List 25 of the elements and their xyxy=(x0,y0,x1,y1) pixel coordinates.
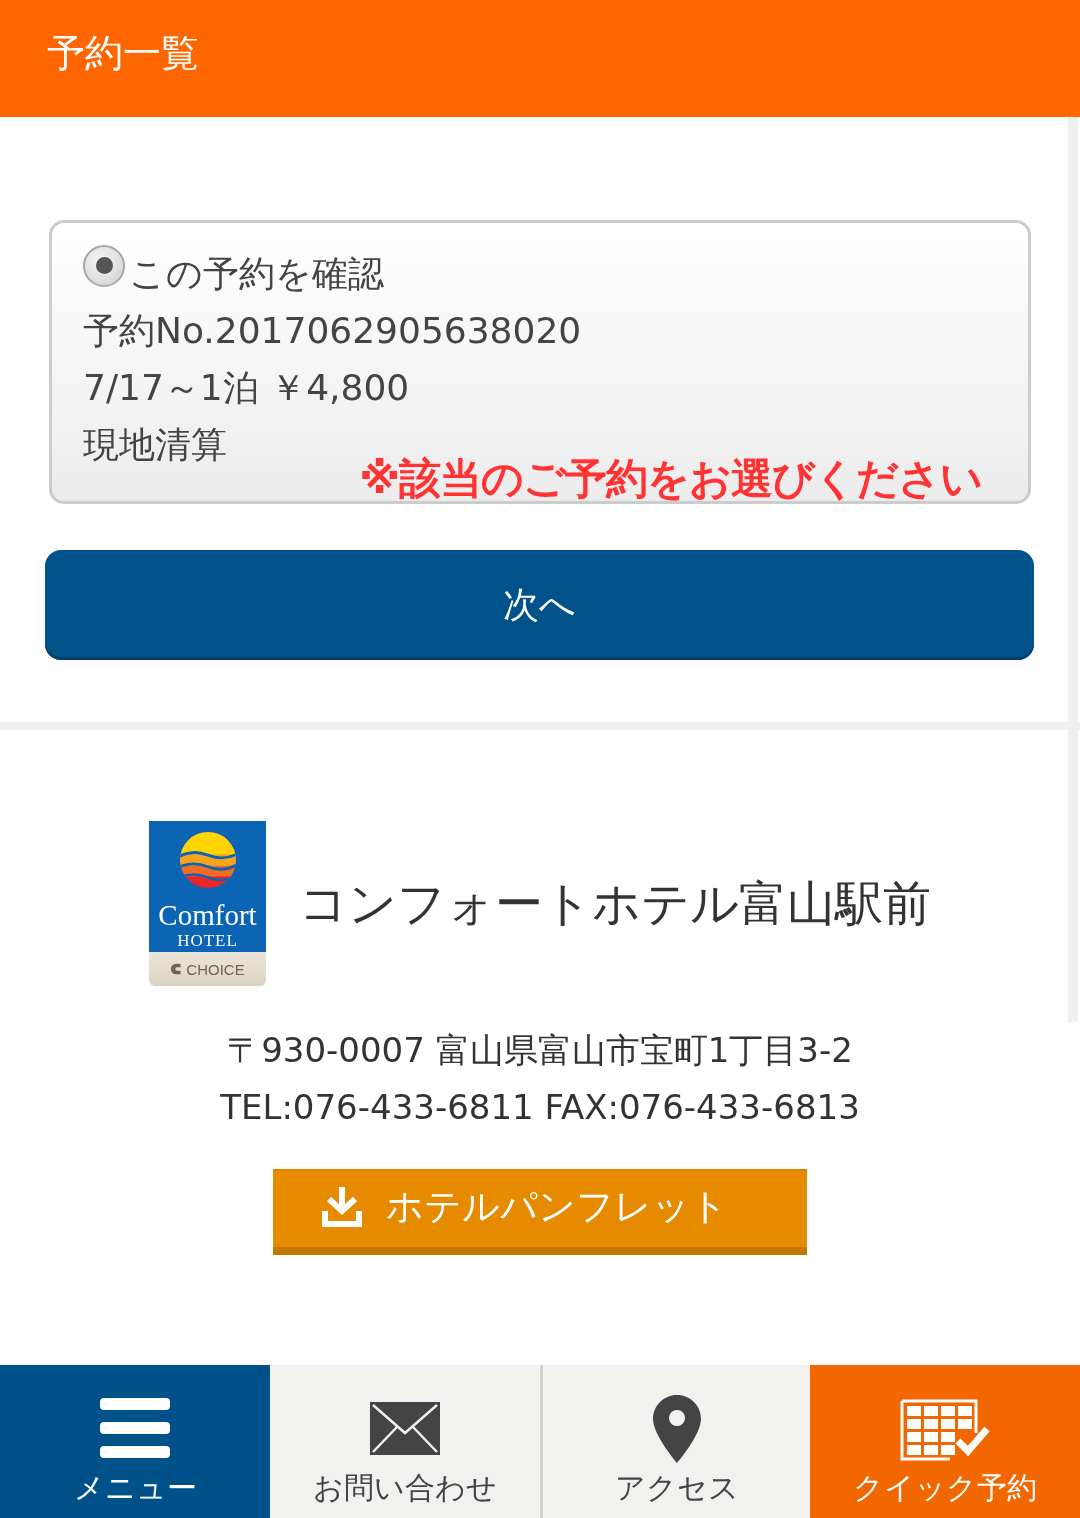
nav-tab[interactable]: メニュー xyxy=(0,1365,270,1518)
logo-wordmark: Comfort xyxy=(158,901,257,931)
download-icon xyxy=(322,1187,362,1228)
radio-label[interactable]: この予約を確認 xyxy=(129,251,384,296)
payment-method: 現地清算 xyxy=(83,422,227,467)
menu-icon xyxy=(100,1398,170,1458)
radio-button[interactable] xyxy=(83,244,125,287)
scrollbar-thumb[interactable] xyxy=(1068,117,1078,1022)
page-title: 予約一覧 xyxy=(47,30,199,77)
hotel-phone-fax: TEL:076-433-6811 FAX:076-433-6813 xyxy=(220,1086,860,1130)
envelope-icon xyxy=(370,1402,440,1455)
map-pin-icon xyxy=(652,1395,701,1463)
sun-icon xyxy=(178,831,237,890)
logo-subtitle: HOTEL xyxy=(177,932,238,950)
hotel-name: コンフォートホテル富山駅前 xyxy=(299,874,931,933)
reservation-card[interactable]: この予約を確認 予約No.2017062905638020 7/17～1泊 ￥4,800 現地清算 ※該当のご予約をお選びください xyxy=(49,220,1031,505)
reservation-number: 予約No.2017062905638020 xyxy=(83,308,582,353)
stay-and-price: 7/17～1泊 ￥4,800 xyxy=(83,365,410,410)
next-button[interactable]: 次へ xyxy=(45,550,1034,661)
nav-tab[interactable]: お問い合わせ xyxy=(270,1365,540,1518)
calendar-check-icon xyxy=(900,1397,990,1461)
logo-brand: CHOICE xyxy=(186,961,245,977)
nav-tab[interactable]: アクセス xyxy=(540,1365,810,1518)
hotel-address: 〒930-0007 富山県富山市宝町1丁目3-2 xyxy=(227,1029,853,1073)
selection-notice: ※該当のご予約をお選びください xyxy=(359,457,982,502)
